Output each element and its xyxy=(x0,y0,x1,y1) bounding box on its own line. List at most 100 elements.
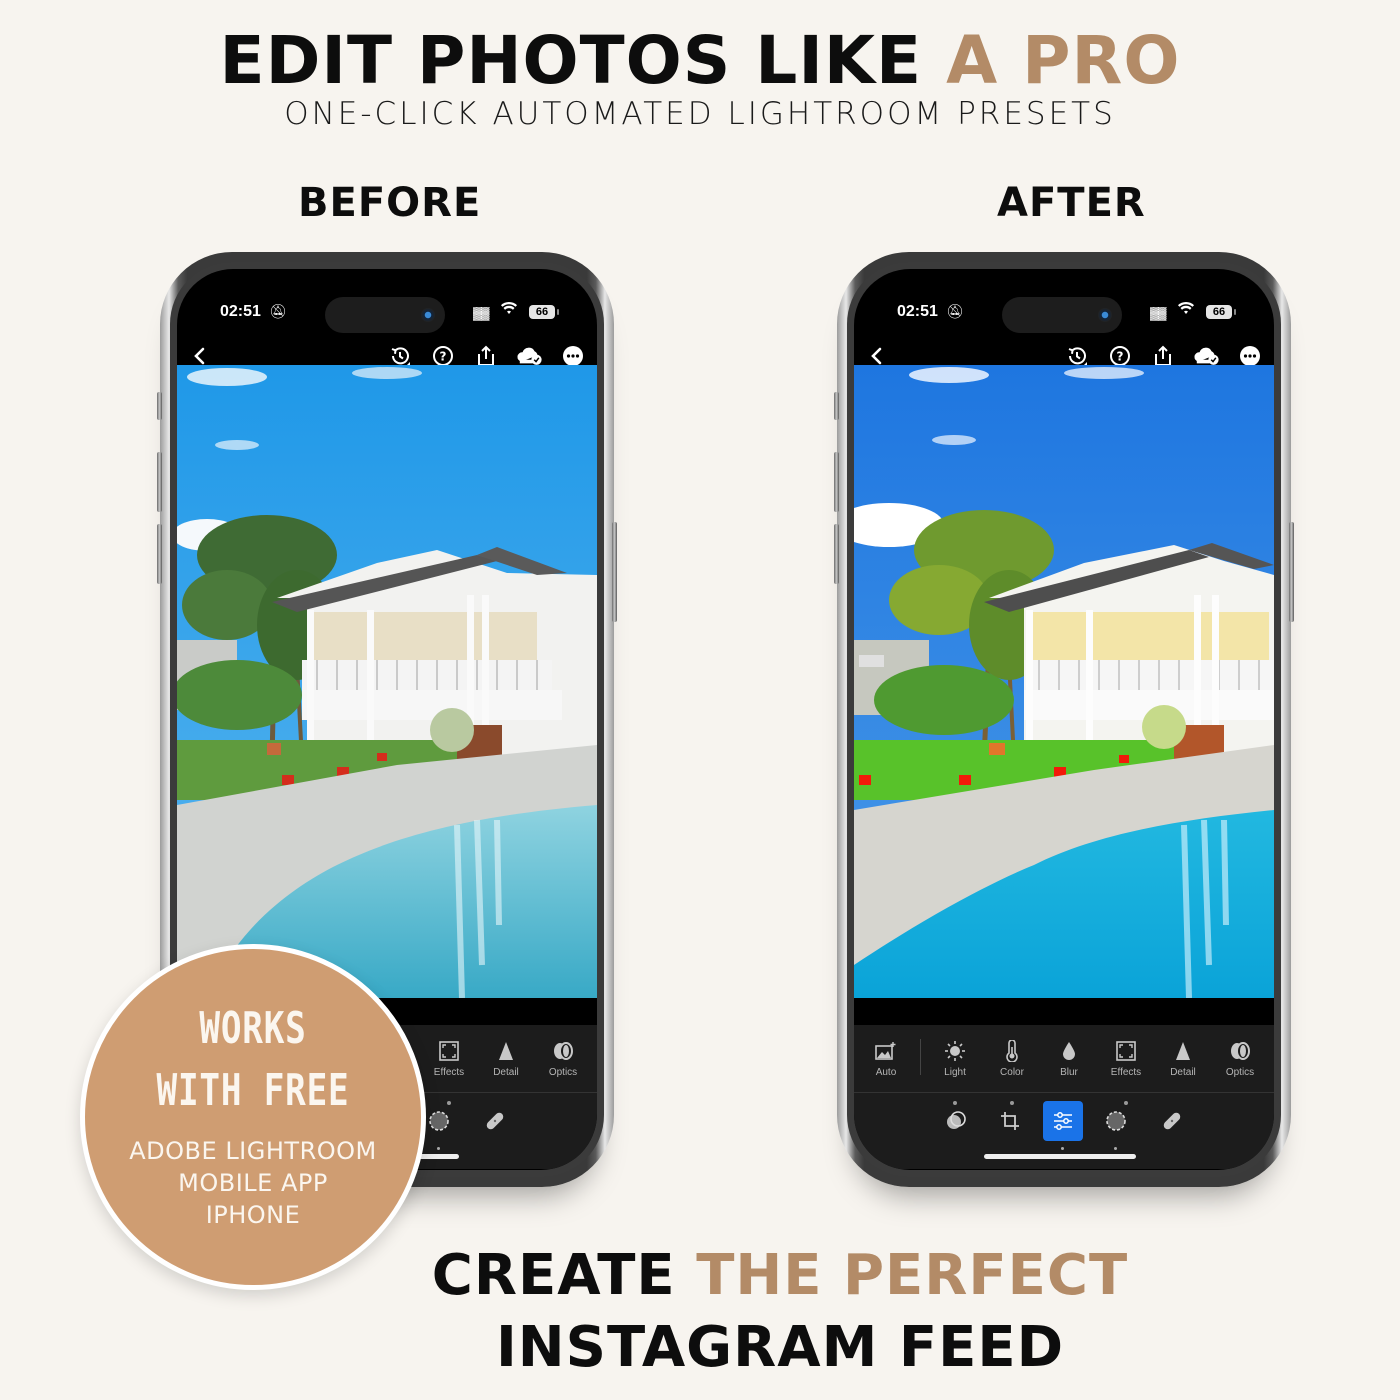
adjusted-dot xyxy=(437,1147,440,1150)
mode-row xyxy=(854,1095,1274,1150)
photo-after[interactable] xyxy=(854,365,1274,998)
dynamic-island xyxy=(1002,297,1122,333)
tool-label: Detail xyxy=(1170,1067,1196,1078)
action-button xyxy=(157,392,162,420)
cellular-signal-icon: ▓▓ xyxy=(473,306,489,320)
presets-icon xyxy=(947,1111,966,1129)
bell-slash-icon: 🔕︎ xyxy=(946,303,964,319)
auto-icon xyxy=(875,1042,896,1060)
svg-text:?: ? xyxy=(440,350,447,364)
mode-healing[interactable] xyxy=(475,1101,515,1141)
vignette-icon xyxy=(439,1041,459,1061)
compatibility-badge: WORKS WITH FREE ADOBE LIGHTROOM MOBILE A… xyxy=(80,944,426,1290)
mode-selective-mask[interactable] xyxy=(1096,1101,1136,1150)
mode-healing[interactable] xyxy=(1152,1101,1192,1141)
headline-accent: A PRO xyxy=(946,22,1181,99)
tool-label: Light xyxy=(944,1067,966,1078)
house-photo xyxy=(177,365,597,998)
badge-line-5: IPHONE xyxy=(205,1201,301,1229)
droplet-icon xyxy=(1063,1042,1075,1060)
edit-toolbar: Auto Light Color Blur Effects Detail Opt… xyxy=(854,1025,1274,1169)
tool-detail[interactable]: Detail xyxy=(481,1039,531,1078)
power-button xyxy=(1289,522,1294,622)
tool-label: Optics xyxy=(1225,1067,1255,1078)
lens-icon xyxy=(1231,1042,1250,1060)
tool-label: Auto xyxy=(875,1067,897,1078)
photo-before[interactable] xyxy=(177,365,597,998)
home-indicator[interactable] xyxy=(984,1154,1136,1159)
tool-label: Effects xyxy=(433,1067,465,1078)
action-button xyxy=(834,392,839,420)
tool-label: Color xyxy=(1000,1067,1024,1078)
power-button xyxy=(612,522,617,622)
adjusted-dot xyxy=(1114,1147,1117,1150)
tool-effects[interactable]: Effects xyxy=(424,1039,474,1105)
tool-divider xyxy=(920,1039,921,1075)
badge-line-1: WORKS xyxy=(199,1003,307,1054)
battery-indicator: 66 xyxy=(1206,305,1236,319)
bell-slash-icon: 🔕︎ xyxy=(269,303,287,319)
volume-up-button xyxy=(157,452,162,512)
volume-up-button xyxy=(834,452,839,512)
tool-label: Detail xyxy=(493,1067,519,1078)
camera-icon xyxy=(421,308,435,322)
tool-label: Optics xyxy=(548,1067,578,1078)
camera-icon xyxy=(1098,308,1112,322)
tool-effects[interactable]: Effects xyxy=(1101,1039,1151,1105)
phone-screen: 02:51 🔕︎ ▓▓ 66 ? xyxy=(854,269,1274,1170)
headline: EDIT PHOTOS LIKE A PRO xyxy=(0,22,1400,100)
cellular-signal-icon: ▓▓ xyxy=(1150,306,1166,320)
wifi-icon xyxy=(501,301,517,320)
tool-light[interactable]: Light xyxy=(930,1039,980,1105)
tool-row: Auto Light Color Blur Effects Detail Opt… xyxy=(854,1025,1274,1105)
volume-down-button xyxy=(157,524,162,584)
dynamic-island xyxy=(325,297,445,333)
house-photo xyxy=(854,365,1274,998)
footer-line-2: INSTAGRAM FEED xyxy=(495,1315,1065,1380)
tool-color[interactable]: Color xyxy=(987,1039,1037,1105)
badge-line-3: ADOBE LIGHTROOM xyxy=(129,1137,377,1165)
headline-main: EDIT PHOTOS LIKE xyxy=(219,22,923,99)
triangle-icon xyxy=(1176,1042,1190,1060)
selective-mask-icon xyxy=(429,1111,449,1131)
tool-blur[interactable]: Blur xyxy=(1044,1039,1094,1078)
mode-presets[interactable] xyxy=(936,1101,976,1141)
tool-label: Effects xyxy=(1110,1067,1142,1078)
footer-part-1: CREATE xyxy=(431,1243,676,1308)
edit-sliders-icon xyxy=(1054,1112,1072,1130)
sun-icon xyxy=(945,1041,965,1061)
lens-icon xyxy=(554,1042,573,1060)
svg-text:?: ? xyxy=(1117,350,1124,364)
healing-icon xyxy=(1163,1112,1181,1130)
tool-optics[interactable]: Optics xyxy=(538,1039,588,1078)
tool-auto[interactable]: Auto xyxy=(861,1039,911,1078)
wifi-icon xyxy=(1178,301,1194,320)
subheadline: ONE-CLICK AUTOMATED LIGHTROOM PRESETS xyxy=(284,96,1116,132)
badge-line-2: WITH FREE xyxy=(156,1065,350,1116)
tool-detail[interactable]: Detail xyxy=(1158,1039,1208,1078)
footer-accent: THE PERFECT xyxy=(696,1243,1129,1308)
after-label: AFTER xyxy=(997,180,1146,226)
healing-icon xyxy=(486,1112,504,1130)
adjusted-dot xyxy=(1061,1147,1064,1150)
triangle-icon xyxy=(499,1042,513,1060)
status-bar: 02:51 🔕︎ ▓▓ 66 xyxy=(854,297,1274,333)
mode-crop[interactable] xyxy=(990,1101,1030,1141)
thermometer-icon xyxy=(1006,1040,1018,1062)
status-time: 02:51 xyxy=(897,303,938,320)
vignette-icon xyxy=(1116,1041,1136,1061)
phone-after: 02:51 🔕︎ ▓▓ 66 ? Auto Light Color Blur E… xyxy=(834,252,1294,1187)
badge-line-4: MOBILE APP xyxy=(178,1169,328,1197)
selective-mask-icon xyxy=(1106,1111,1126,1131)
before-label: BEFORE xyxy=(298,180,482,226)
status-time: 02:51 xyxy=(220,303,261,320)
battery-indicator: 66 xyxy=(529,305,559,319)
volume-down-button xyxy=(834,524,839,584)
crop-icon xyxy=(1001,1112,1019,1130)
tool-optics[interactable]: Optics xyxy=(1215,1039,1265,1078)
badge-details: ADOBE LIGHTROOM MOBILE APP IPHONE xyxy=(85,1135,421,1231)
footer-tagline: CREATE THE PERFECT INSTAGRAM FEED xyxy=(400,1240,1160,1384)
mode-edit[interactable] xyxy=(1043,1101,1083,1150)
tool-label: Blur xyxy=(1060,1067,1078,1078)
status-bar: 02:51 🔕︎ ▓▓ 66 xyxy=(177,297,597,333)
